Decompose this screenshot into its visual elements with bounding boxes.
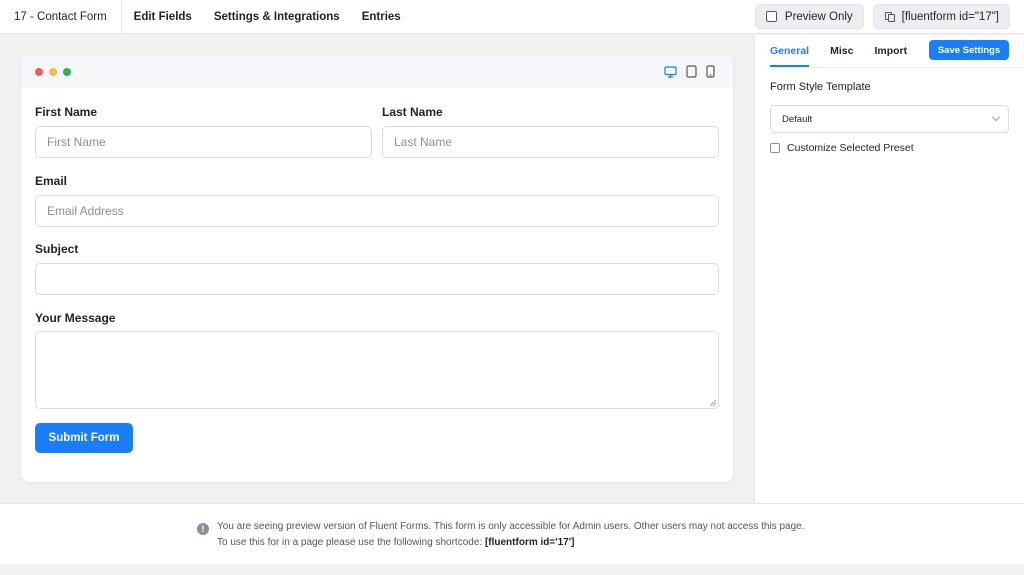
notice-line-1: You are seeing preview version of Fluent…: [217, 521, 805, 532]
tab-misc[interactable]: Misc: [830, 45, 853, 67]
subject-field[interactable]: [35, 263, 719, 295]
nav-settings-integrations[interactable]: Settings & Integrations: [203, 0, 351, 33]
preview-area: First Name First Name Last Name Last Nam…: [0, 35, 754, 503]
subject-label: Subject: [35, 242, 79, 256]
copy-icon: [884, 11, 896, 23]
settings-panel: General Misc Import Save Settings Form S…: [754, 35, 1024, 503]
resize-handle-icon[interactable]: [710, 400, 716, 406]
notice-shortcode: [fluentform id='17']: [484, 537, 575, 548]
checkbox-icon: [770, 143, 780, 153]
nav-edit-fields[interactable]: Edit Fields: [122, 0, 203, 33]
shortcode-label: [fluentform id="17"]: [901, 10, 999, 23]
email-label: Email: [35, 174, 68, 188]
notice-line-2-text: To use this for in a page please use the…: [217, 537, 485, 548]
select-value: Default: [782, 113, 813, 125]
nav-entries[interactable]: Entries: [351, 0, 412, 33]
copy-shortcode-button[interactable]: [fluentform id="17"]: [872, 4, 1010, 29]
first-name-field[interactable]: First Name: [35, 126, 372, 158]
device-switcher: [664, 65, 715, 78]
last-name-field[interactable]: Last Name: [382, 126, 719, 158]
green-dot-icon: [63, 68, 71, 76]
tab-general[interactable]: General: [770, 45, 810, 67]
message-label: Your Message: [35, 311, 116, 325]
form-preview-window: First Name First Name Last Name Last Nam…: [21, 56, 733, 482]
chevron-down-icon: [991, 112, 1001, 122]
form-name: 17 - Contact Form: [0, 0, 122, 33]
red-dot-icon: [35, 68, 43, 76]
info-icon: !: [197, 523, 209, 535]
preview-only-toggle[interactable]: Preview Only: [754, 4, 864, 29]
submit-form-button[interactable]: Submit Form: [35, 423, 133, 453]
customize-preset-checkbox[interactable]: Customize Selected Preset: [770, 142, 914, 154]
form-style-template-select[interactable]: Default: [770, 105, 1009, 133]
top-actions: Preview Only [fluentform id="17"]: [754, 4, 1010, 29]
checkbox-icon: [765, 11, 777, 22]
save-settings-button[interactable]: Save Settings: [929, 40, 1009, 60]
mobile-icon[interactable]: [706, 65, 715, 78]
form-style-template-label: Form Style Template: [770, 81, 871, 93]
customize-preset-label: Customize Selected Preset: [787, 142, 914, 154]
desktop-icon[interactable]: [664, 65, 677, 78]
notice-line-2: To use this for in a page please use the…: [217, 537, 574, 548]
tab-import[interactable]: Import: [874, 45, 907, 67]
bottom-strip: [0, 564, 1024, 575]
top-nav: Edit Fields Settings & Integrations Entr…: [122, 0, 412, 33]
message-textarea[interactable]: [35, 331, 719, 409]
tablet-icon[interactable]: [686, 65, 697, 78]
email-field[interactable]: Email Address: [35, 195, 719, 227]
top-bar: 17 - Contact Form Edit Fields Settings &…: [0, 0, 1024, 34]
window-header: [21, 56, 733, 88]
last-name-label: Last Name: [382, 105, 443, 119]
yellow-dot-icon: [49, 68, 57, 76]
first-name-label: First Name: [35, 105, 98, 119]
preview-only-label: Preview Only: [784, 10, 853, 23]
preview-notice: ! You are seeing preview version of Flue…: [0, 503, 1024, 564]
